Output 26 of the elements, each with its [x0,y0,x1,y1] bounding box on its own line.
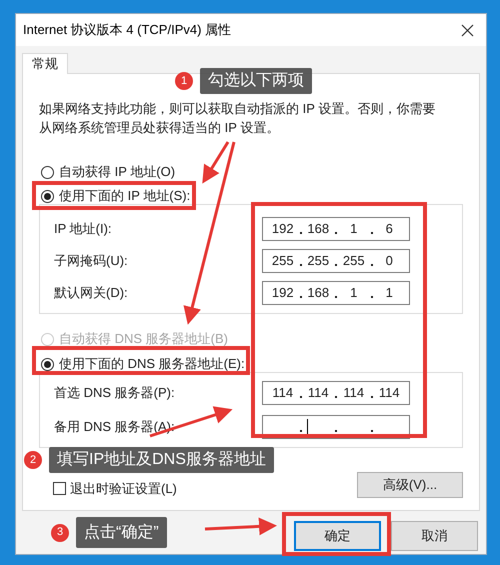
close-icon[interactable] [461,24,474,36]
radio-button[interactable] [41,166,54,178]
radio-option[interactable]: 自动获得 IP 地址(O) [39,164,463,180]
advanced-button[interactable]: 高级(V)... [357,472,463,498]
checkbox[interactable] [53,482,66,495]
window-title: Internet 协议版本 4 (TCP/IPv4) 属性 [23,21,232,40]
field-label: 默认网关(D): [54,284,128,302]
callout-label: 点击“确定” [76,517,167,548]
ip-address-field[interactable]: 192 168 1 6 [262,217,410,241]
cancel-button[interactable]: 取消 [391,521,478,551]
tab[interactable]: 常规 [22,53,68,74]
radio-option[interactable]: 使用下面的 IP 地址(S): [39,188,463,204]
validate-checkbox[interactable]: 退出时验证设置(L) [53,478,177,498]
description-text: 如果网络支持此功能，则可以获取自动指派的 IP 设置。否则，你需要从网络系统管理员处获得适当的 IP 设置。 [39,100,436,137]
radio-button[interactable] [41,358,54,370]
field-label: 首选 DNS 服务器(P): [54,384,175,402]
field-label: 子网掩码(U): [54,252,128,270]
ip-address-field[interactable]: 114 114 114 114 [262,381,410,405]
callout-label: 勾选以下两项 [200,68,312,94]
radio-button[interactable] [41,190,54,202]
ip-address-field[interactable]: 255 255 255 0 [262,249,410,273]
callout-label: 填写IP地址及DNS服务器地址 [49,447,274,473]
ip-address-field[interactable]: 192 168 1 1 [262,281,410,305]
radio-option[interactable]: 使用下面的 DNS 服务器地址(E): [39,356,463,372]
field-label: IP 地址(I): [54,220,112,238]
ok-button[interactable]: 确定 [294,521,381,551]
